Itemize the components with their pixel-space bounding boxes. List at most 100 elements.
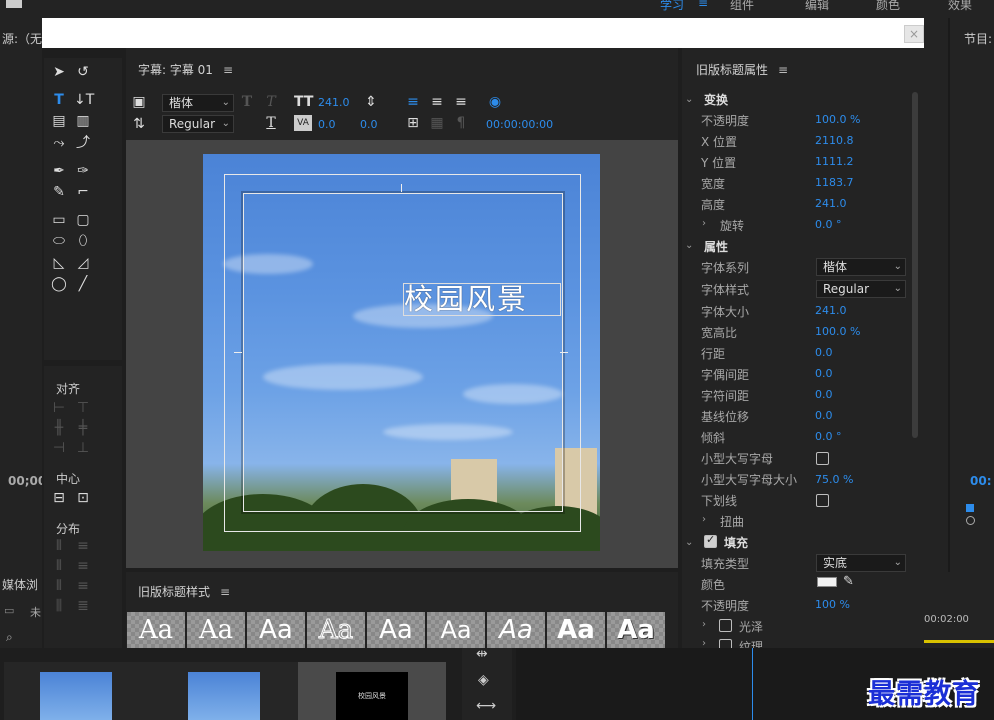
vertical-path-type-tool-icon[interactable]: ⤴ — [74, 135, 92, 151]
chevron-down-icon[interactable]: ⌄ — [685, 94, 693, 105]
styles-menu-icon[interactable]: ≡ — [220, 585, 230, 599]
chevron-right-icon[interactable]: › — [702, 514, 706, 525]
leading-value[interactable]: 0.0 — [360, 118, 378, 131]
clip-thumbnail-1[interactable] — [40, 672, 112, 720]
paragraph-icon[interactable]: ¶ — [452, 115, 470, 131]
sheen-checkbox[interactable] — [719, 619, 732, 632]
timeline-playhead[interactable] — [752, 648, 753, 720]
pen-tool-icon[interactable]: ✒ — [50, 163, 68, 179]
style-swatch[interactable]: Aa — [547, 612, 605, 648]
playhead-marker[interactable] — [966, 504, 974, 512]
show-video-icon[interactable]: ◉ — [486, 94, 504, 110]
baseline-value[interactable]: 0.0 — [815, 409, 833, 422]
font-style-select[interactable]: Regular ⌄ — [162, 115, 234, 133]
fill-color-swatch[interactable] — [817, 577, 837, 587]
vertical-type-tool-icon[interactable]: ↓T — [74, 92, 94, 108]
fill-checkbox[interactable] — [704, 533, 717, 548]
texture-checkbox[interactable] — [719, 639, 732, 648]
razor-icon[interactable]: ◈ — [478, 672, 489, 688]
rotation-tool-icon[interactable]: ↺ — [74, 64, 92, 80]
folder-icon[interactable]: ▭ — [4, 604, 14, 617]
home-icon[interactable] — [6, 0, 22, 8]
slant-value[interactable]: 0.0 ° — [815, 430, 842, 443]
leading-prop-value[interactable]: 0.0 — [815, 346, 833, 359]
underline-icon[interactable]: T — [262, 115, 280, 131]
style-swatch[interactable]: Aa — [127, 612, 185, 648]
vertical-area-type-tool-icon[interactable]: ▥ — [74, 113, 92, 129]
attributes-section[interactable]: 属性 — [704, 238, 728, 255]
font-size-value[interactable]: 241.0 — [318, 96, 350, 109]
title-text-object[interactable]: 校园风景 — [403, 283, 561, 316]
rounded-rectangle-tool-icon[interactable]: ▢ — [74, 212, 92, 228]
underline-checkbox[interactable] — [816, 494, 829, 507]
style-swatch[interactable]: Aa — [487, 612, 545, 648]
convert-anchor-tool-icon[interactable]: ⌐ — [74, 184, 92, 200]
distribute-center-v-icon[interactable]: ≡ — [74, 558, 92, 574]
background-timecode[interactable]: 00:00:00:00 — [486, 118, 553, 131]
align-right-icon[interactable]: ⊣ — [50, 440, 68, 456]
height-value[interactable]: 241.0 — [815, 197, 847, 210]
chevron-down-icon[interactable]: ⌄ — [685, 537, 693, 548]
workspace-assembly[interactable]: 组件 — [730, 0, 754, 13]
fill-section[interactable]: 填充 — [724, 534, 748, 551]
style-swatch[interactable]: Aa — [367, 612, 425, 648]
workspace-color[interactable]: 颜色 — [876, 0, 900, 13]
chevron-down-icon[interactable]: ⌄ — [685, 240, 693, 251]
align-center-v-icon[interactable]: ╪ — [74, 420, 92, 436]
tab-stops-icon[interactable]: ⊞ — [404, 115, 422, 131]
bold-icon[interactable]: T — [238, 94, 256, 110]
path-type-tool-icon[interactable]: ⤳ — [50, 135, 68, 151]
wedge-tool-icon[interactable]: ◺ — [50, 255, 68, 271]
align-left-icon[interactable]: ⊢ — [50, 400, 68, 416]
style-swatch[interactable]: Aa — [307, 612, 365, 648]
slip-icon[interactable]: ⟷ — [476, 698, 496, 714]
center-horizontal-icon[interactable]: ⊟ — [50, 490, 68, 506]
style-swatch[interactable]: Aa — [427, 612, 485, 648]
roll-crawl-options-icon[interactable]: ⇅ — [130, 116, 148, 132]
style-swatch[interactable]: Aa — [607, 612, 665, 648]
workspace-edit[interactable]: 编辑 — [805, 0, 829, 13]
type-tool-icon[interactable]: T — [50, 92, 68, 108]
properties-menu-icon[interactable]: ≡ — [778, 63, 788, 77]
y-position-value[interactable]: 1111.2 — [815, 155, 854, 168]
chevron-right-icon[interactable]: › — [702, 619, 706, 630]
center-vertical-icon[interactable]: ⊡ — [74, 490, 92, 506]
rectangle-tool-icon[interactable]: ▭ — [50, 212, 68, 228]
fill-type-dropdown[interactable]: 实底 ⌄ — [816, 554, 906, 572]
show-background-icon[interactable]: ▦ — [428, 115, 446, 131]
kerning-value[interactable]: 0.0 — [318, 118, 336, 131]
work-area-bar[interactable] — [924, 640, 994, 643]
width-value[interactable]: 1183.7 — [815, 176, 854, 189]
style-swatch[interactable]: Aa — [187, 612, 245, 648]
distribute-left-icon[interactable]: ⦀ — [50, 538, 68, 554]
workspace-menu-icon[interactable]: ≡ — [698, 0, 708, 10]
ripple-edit-icon[interactable]: ⇹ — [476, 646, 488, 662]
style-swatch[interactable]: Aa — [247, 612, 305, 648]
ellipse-tool-icon[interactable]: ◯ — [50, 276, 68, 292]
eyedropper-icon[interactable]: ✎ — [843, 574, 854, 589]
delete-anchor-tool-icon[interactable]: ✑ — [74, 163, 92, 179]
distribute-center-h-icon[interactable]: ⦀ — [50, 558, 68, 574]
small-caps-checkbox[interactable] — [816, 452, 829, 465]
chevron-right-icon[interactable]: › — [702, 638, 706, 648]
x-position-value[interactable]: 2110.8 — [815, 134, 854, 147]
title-clip-thumbnail[interactable]: 校园风景 — [336, 672, 408, 720]
area-type-tool-icon[interactable]: ▤ — [50, 113, 68, 129]
transform-section[interactable]: 变换 — [704, 91, 728, 108]
font-style-dropdown[interactable]: Regular ⌄ — [816, 280, 906, 298]
italic-icon[interactable]: T — [262, 94, 280, 110]
align-center-text-icon[interactable]: ≡ — [428, 94, 446, 110]
line-tool-icon[interactable]: ╱ — [74, 276, 92, 292]
selection-tool-icon[interactable]: ➤ — [50, 64, 68, 80]
font-size-prop-value[interactable]: 241.0 — [815, 304, 847, 317]
align-left-text-icon[interactable]: ≡ — [404, 94, 422, 110]
chevron-right-icon[interactable]: › — [702, 218, 706, 229]
distribute-top-icon[interactable]: ≡ — [74, 538, 92, 554]
arc-tool-icon[interactable]: ◿ — [74, 255, 92, 271]
new-title-icon[interactable]: ▣ — [130, 94, 148, 110]
clip-thumbnail-2[interactable] — [188, 672, 260, 720]
workspace-effects[interactable]: 效果 — [948, 0, 972, 13]
workspace-learn[interactable]: 学习 — [660, 0, 684, 13]
tracking-value[interactable]: 0.0 — [815, 388, 833, 401]
font-family-select[interactable]: 楷体 ⌄ — [162, 94, 234, 112]
